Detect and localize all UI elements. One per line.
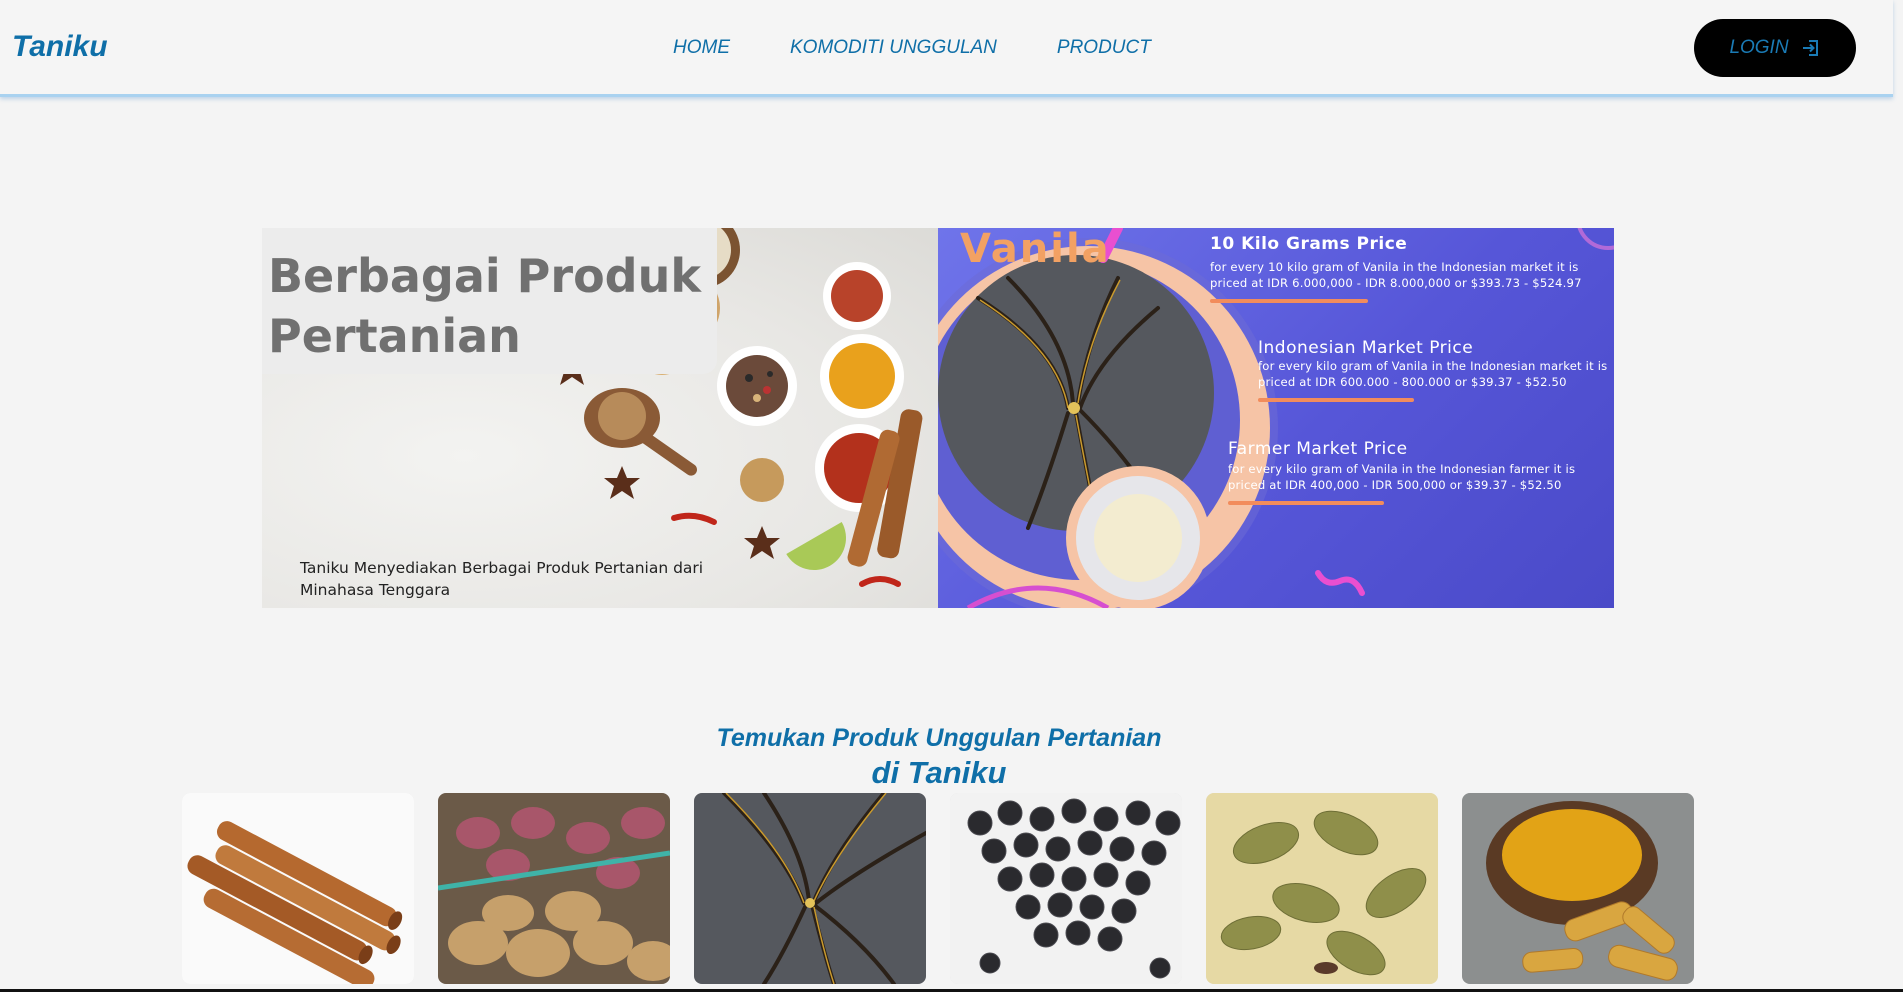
price-10kg-desc: for every 10 kilo gram of Vanila in the … bbox=[1210, 260, 1582, 290]
black-pepper-image bbox=[950, 793, 1182, 984]
login-icon bbox=[1801, 38, 1821, 58]
hero-caption: Taniku Menyediakan Berbagai Produk Perta… bbox=[300, 559, 704, 599]
product-card-cinnamon[interactable] bbox=[182, 793, 414, 984]
turmeric-image bbox=[1462, 793, 1694, 984]
vanila-word: Vanila bbox=[960, 228, 1111, 272]
login-label: LOGIN bbox=[1729, 37, 1789, 58]
price-divider bbox=[1228, 501, 1384, 505]
brand-logo[interactable]: Taniku bbox=[12, 30, 108, 64]
product-card-cardamom[interactable] bbox=[1206, 793, 1438, 984]
price-indonesian-market: Indonesian Market Price for every kilo g… bbox=[1258, 338, 1614, 402]
price-10kg: 10 Kilo Grams Price for every 10 kilo gr… bbox=[1210, 234, 1610, 303]
product-card-turmeric[interactable] bbox=[1462, 793, 1694, 984]
product-card-black-pepper[interactable] bbox=[950, 793, 1182, 984]
hero-title-box: Berbagai Produk Pertanian bbox=[262, 228, 717, 374]
price-divider bbox=[1210, 299, 1368, 303]
nav-link-product[interactable]: PRODUCT bbox=[1057, 37, 1151, 59]
price-market-title: Indonesian Market Price bbox=[1258, 338, 1474, 358]
hero-slide-products: Berbagai Produk Pertanian Taniku Menyedi… bbox=[262, 228, 938, 608]
hero-title-line1: Berbagai Produk bbox=[268, 249, 701, 303]
hero-title-line2: Pertanian bbox=[268, 309, 521, 363]
hero-slide-vanila: Vanila 10 Kilo Grams Price for every 10 … bbox=[938, 228, 1614, 608]
potato-image bbox=[438, 793, 670, 984]
featured-subtitle: Temukan Produk Unggulan Pertanian bbox=[716, 724, 1162, 752]
price-farmer-desc: for every kilo gram of Vanila in the Ind… bbox=[1228, 462, 1576, 492]
nav-link-komoditi-unggulan[interactable]: KOMODITI UNGGULAN bbox=[790, 37, 997, 59]
cardamom-image bbox=[1206, 793, 1438, 984]
nav-links: HOME KOMODITI UNGGULAN PRODUCT bbox=[673, 37, 1151, 59]
hero-banner: Berbagai Produk Pertanian Taniku Menyedi… bbox=[262, 228, 1614, 608]
featured-title: di Taniku bbox=[871, 755, 1007, 790]
product-card-potato[interactable] bbox=[438, 793, 670, 984]
vanilla-image bbox=[694, 793, 926, 984]
cinnamon-image bbox=[182, 793, 414, 984]
product-card-vanilla[interactable] bbox=[694, 793, 926, 984]
price-farmer-market: Farmer Market Price for every kilo gram … bbox=[1228, 439, 1588, 505]
hero-title: Berbagai Produk Pertanian bbox=[268, 246, 701, 366]
nav-link-home[interactable]: HOME bbox=[673, 37, 730, 59]
price-farmer-title: Farmer Market Price bbox=[1228, 439, 1408, 459]
product-list bbox=[182, 793, 1694, 984]
price-market-desc: for every kilo gram of Vanila in the Ind… bbox=[1258, 359, 1608, 389]
navbar: Taniku HOME KOMODITI UNGGULAN PRODUCT LO… bbox=[0, 0, 1893, 97]
price-divider bbox=[1258, 398, 1414, 402]
login-button[interactable]: LOGIN bbox=[1694, 19, 1856, 77]
price-10kg-title: 10 Kilo Grams Price bbox=[1210, 234, 1408, 254]
